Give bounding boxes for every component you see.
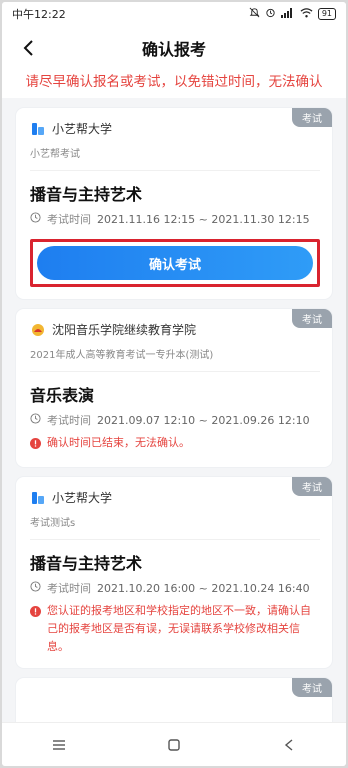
time-value: 2021.09.07 12:10 ~ 2021.09.26 12:10 (97, 413, 310, 427)
notice-banner: 请尽早确认报名或考试，以免错过时间，无法确认 (2, 70, 346, 98)
clock-icon (30, 413, 41, 427)
clock-icon (30, 581, 41, 595)
exam-name: 播音与主持艺术 (30, 554, 143, 573)
chevron-left-icon (23, 40, 33, 56)
exam-subtitle: 2021年成人高等教育考试一专升本(测试) (30, 346, 320, 372)
status-time: 中午12:22 (12, 8, 66, 21)
time-value: 2021.10.20 16:00 ~ 2021.10.24 16:40 (97, 581, 310, 595)
mute-icon (249, 7, 260, 21)
exam-tag: 考试 (292, 309, 332, 328)
confirm-highlight: 确认考试 (30, 239, 320, 287)
time-label: 考试时间 (47, 582, 91, 595)
time-label: 考试时间 (47, 213, 91, 226)
org-name: 沈阳音乐学院继续教育学院 (52, 323, 197, 337)
screen: 中午12:22 91 确认报考 请尽早确认报名或考试，以免错过时间，无法确认 考… (2, 2, 346, 766)
org-name: 小艺帮大学 (52, 491, 113, 505)
time-value: 2021.11.16 12:15 ~ 2021.11.30 12:15 (97, 212, 310, 226)
page-title: 确认报考 (141, 40, 206, 59)
warning-text: 您认证的报考地区和学校指定的地区不一致，请确认自己的报考地区是否有误，无误请联系… (47, 604, 311, 653)
system-nav-bar (2, 722, 346, 766)
exam-card: 考试 沈阳音乐学院继续教育学院 2021年成人高等教育考试一专升本(测试) 音乐… (16, 309, 332, 467)
back-arrow-icon (284, 738, 293, 751)
org-name: 小艺帮大学 (52, 122, 113, 136)
exam-name: 音乐表演 (30, 386, 95, 405)
back-button[interactable] (16, 36, 40, 60)
time-label: 考试时间 (47, 414, 91, 427)
home-button[interactable] (159, 730, 189, 760)
clock-icon (30, 212, 41, 226)
alert-icon (30, 605, 41, 656)
menu-button[interactable] (44, 730, 74, 760)
menu-icon (53, 739, 66, 750)
exam-tag: 考试 (292, 477, 332, 496)
exam-tag: 考试 (292, 678, 332, 697)
signal-icon (280, 7, 295, 21)
confirm-exam-button[interactable]: 确认考试 (37, 246, 313, 280)
status-bar: 中午12:22 91 (2, 2, 346, 26)
exam-name: 播音与主持艺术 (30, 185, 143, 204)
school-logo-icon (30, 490, 46, 506)
wifi-icon (300, 7, 313, 21)
alert-icon (30, 437, 41, 455)
alarm-icon (265, 7, 276, 21)
exam-subtitle: 考试测试s (30, 514, 320, 540)
exam-tag: 考试 (292, 108, 332, 127)
school-logo-icon (30, 121, 46, 137)
exam-card: 考试 小艺帮大学 考试测试s 播音与主持艺术 考试时间 2021.10.20 1… (16, 477, 332, 668)
exam-list: 考试 小艺帮大学 小艺帮考试 播音与主持艺术 考试时间 2021.11.16 1… (2, 108, 346, 738)
header: 确认报考 (2, 26, 346, 70)
warning-text: 确认时间已结束，无法确认。 (47, 436, 190, 449)
home-square-icon (168, 738, 180, 751)
exam-subtitle: 小艺帮考试 (30, 145, 320, 171)
battery-icon: 91 (317, 8, 336, 20)
system-back-button[interactable] (274, 730, 304, 760)
school-logo-icon (30, 322, 46, 338)
exam-card: 考试 小艺帮大学 小艺帮考试 播音与主持艺术 考试时间 2021.11.16 1… (16, 108, 332, 299)
